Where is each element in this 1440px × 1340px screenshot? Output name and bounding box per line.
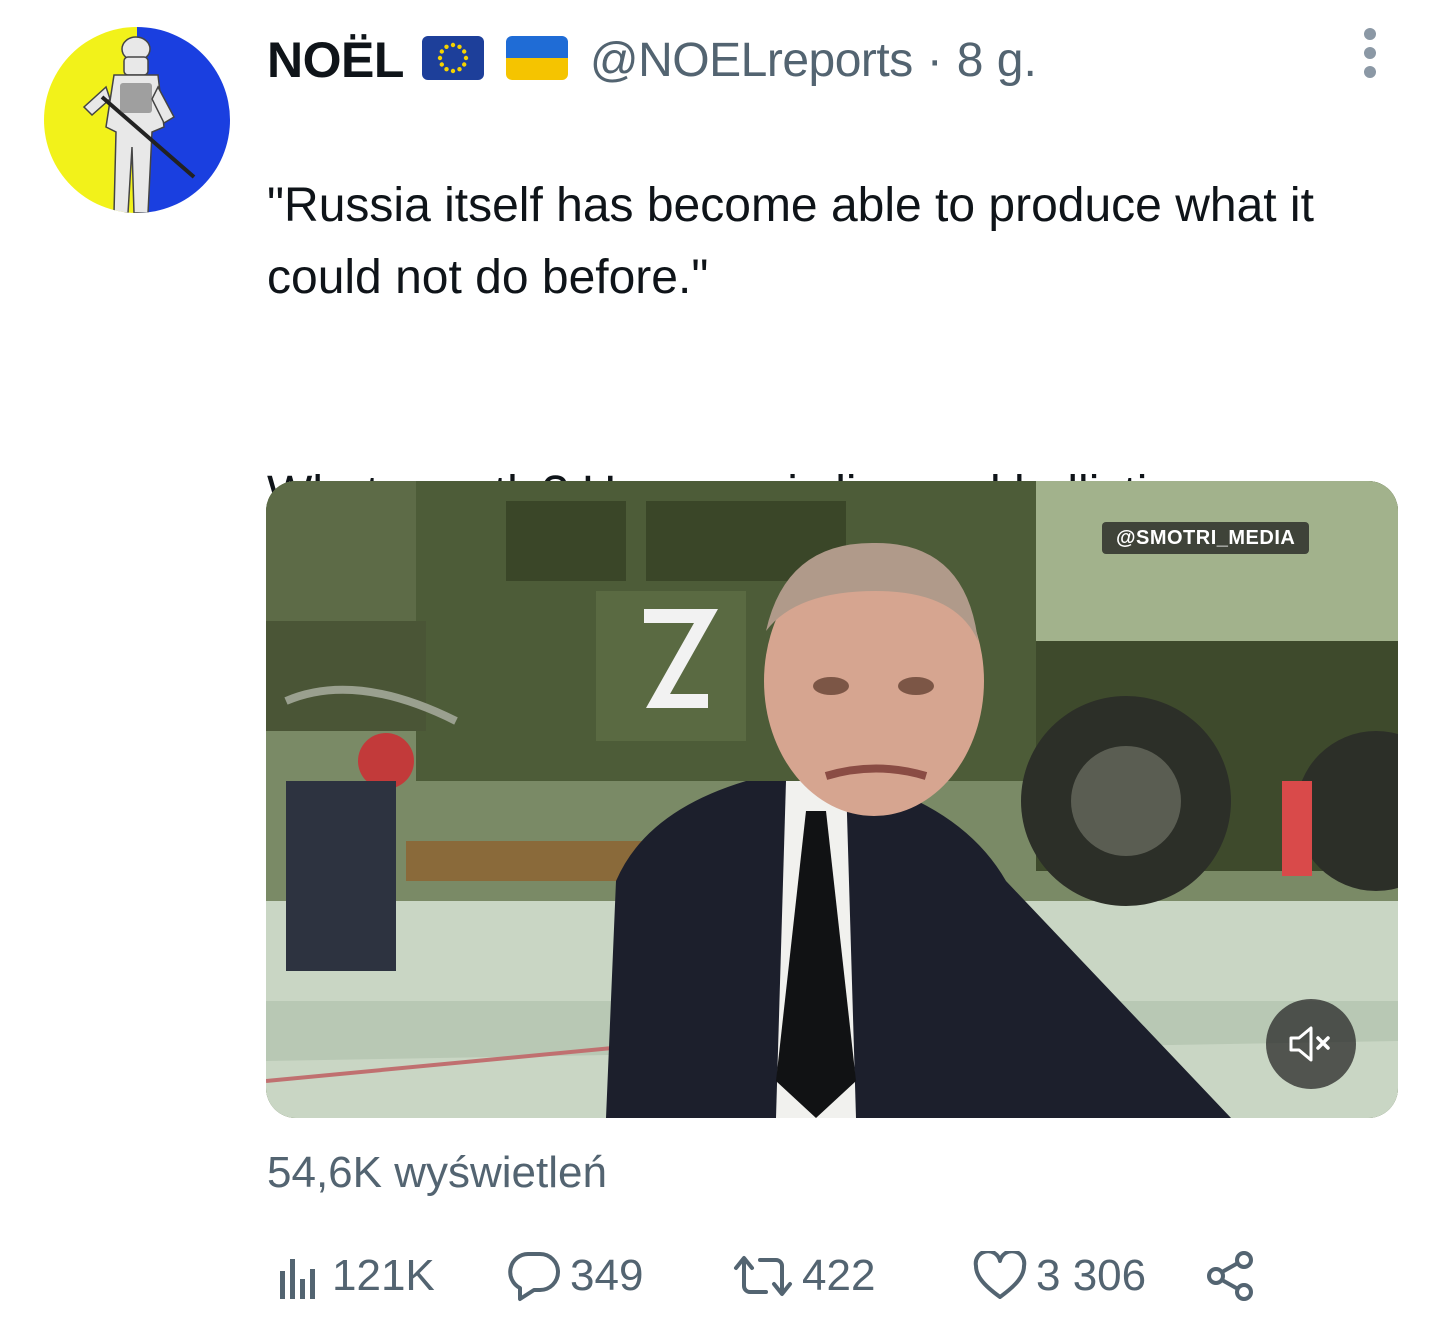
- video-frame-image: [266, 481, 1398, 1118]
- tweet-actions-bar: 121K 349 422 3 306: [270, 1244, 1270, 1308]
- more-dot-icon: [1364, 28, 1376, 40]
- mute-button[interactable]: [1266, 999, 1356, 1089]
- reply-bubble-icon: [508, 1252, 560, 1301]
- like-count: 3 306: [1036, 1251, 1147, 1300]
- tweet-paragraph: "Russia itself has become able to produc…: [267, 179, 1314, 304]
- tweet-header: NOËL @NOELreports · 8 g.: [267, 28, 1037, 92]
- video-player[interactable]: @SMOTRI_MEDIA: [266, 481, 1398, 1118]
- retweet-icon: [734, 1256, 792, 1296]
- eu-flag-icon: [421, 35, 484, 85]
- analytics-button[interactable]: 121K: [274, 1244, 435, 1308]
- views-count: 54,6K wyświetleń: [267, 1148, 607, 1197]
- ukraine-flag-icon: [505, 35, 568, 85]
- analytics-bars-icon: [280, 1259, 315, 1299]
- reply-button[interactable]: 349: [506, 1244, 643, 1308]
- more-dot-icon: [1364, 47, 1376, 59]
- like-button[interactable]: 3 306: [972, 1244, 1146, 1308]
- retweet-count: 422: [802, 1251, 876, 1300]
- share-button[interactable]: [1204, 1244, 1260, 1308]
- more-dot-icon: [1364, 66, 1376, 78]
- soldier-avatar-image: [44, 27, 230, 213]
- mute-speaker-icon: [1289, 1026, 1330, 1062]
- display-name[interactable]: NOËL: [267, 31, 404, 89]
- analytics-count: 121K: [332, 1251, 435, 1300]
- reply-count: 349: [570, 1251, 644, 1300]
- user-handle[interactable]: @NOELreports: [590, 33, 913, 88]
- heart-icon: [973, 1251, 1027, 1299]
- retweet-button[interactable]: 422: [732, 1244, 875, 1308]
- share-icon: [1207, 1251, 1253, 1301]
- video-watermark: @SMOTRI_MEDIA: [1102, 522, 1310, 554]
- avatar[interactable]: [44, 27, 230, 213]
- tweet-age[interactable]: 8 g.: [957, 33, 1037, 88]
- more-options-button[interactable]: [1356, 28, 1384, 78]
- separator-dot: ·: [926, 33, 943, 87]
